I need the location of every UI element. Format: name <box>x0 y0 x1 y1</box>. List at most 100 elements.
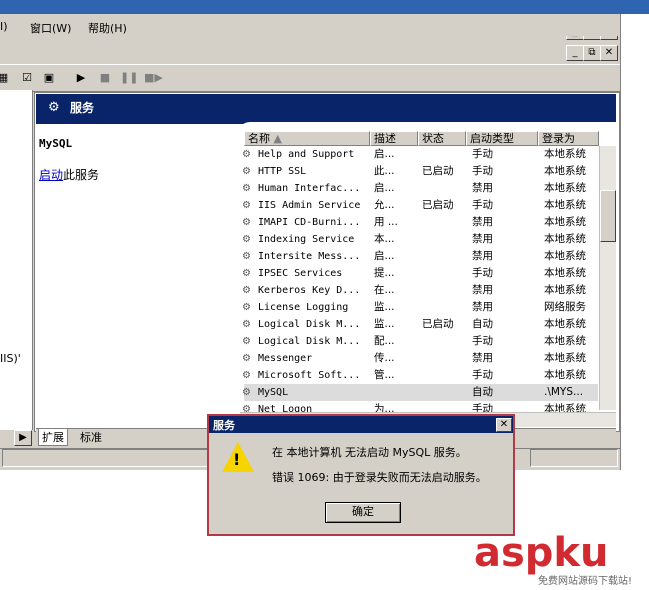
services-header-band <box>36 94 616 124</box>
menu-help[interactable]: 帮助(H) <box>88 20 127 36</box>
service-logon-cell: .\MYS... <box>544 386 584 398</box>
stop-service-icon[interactable]: ■ <box>96 69 114 87</box>
service-logon-cell: 本地系统 <box>544 267 586 279</box>
service-name-cell: Logical Disk M... <box>258 336 361 347</box>
service-description-cell: 启... <box>374 148 395 160</box>
service-gear-icon: ⚙ <box>242 183 251 194</box>
service-row[interactable]: ⚙ Kerberos Key D... 在... 禁用 本地系统 <box>242 282 598 299</box>
column-header-startup-type[interactable]: 启动类型 <box>466 131 538 146</box>
service-row[interactable]: ⚙ Human Interfac... 启... 禁用 本地系统 <box>242 180 598 197</box>
service-startup-cell: 手动 <box>472 267 493 279</box>
service-startup-cell: 手动 <box>472 199 493 211</box>
service-gear-icon: ⚙ <box>242 149 251 160</box>
service-row[interactable]: ⚙ Help and Support 启... 手动 本地系统 <box>242 146 598 163</box>
service-logon-cell: 本地系统 <box>544 182 586 194</box>
tree-pane[interactable] <box>0 90 33 430</box>
service-startup-cell: 手动 <box>472 148 493 160</box>
service-row[interactable]: ⚙ Logical Disk M... 监... 已启动 自动 本地系统 <box>242 316 598 333</box>
start-service-icon[interactable]: ▶ <box>72 69 90 87</box>
service-gear-icon: ⚙ <box>242 166 251 177</box>
start-service-link-line: 启动此服务 <box>39 166 99 183</box>
service-startup-cell: 禁用 <box>472 352 493 364</box>
column-header-status[interactable]: 状态 <box>418 131 466 146</box>
service-startup-cell: 手动 <box>472 369 493 381</box>
service-row[interactable]: ⚙ HTTP SSL 此... 已启动 手动 本地系统 <box>242 163 598 180</box>
restart-service-icon[interactable]: ■▶ <box>144 69 163 87</box>
start-service-link[interactable]: 启动 <box>39 168 63 182</box>
list-scroll-thumb[interactable] <box>600 190 616 242</box>
service-description-cell: 监... <box>374 301 395 313</box>
column-header-logon-as[interactable]: 登录为 <box>538 131 599 146</box>
service-startup-cell: 禁用 <box>472 284 493 296</box>
service-name-cell: Help and Support <box>258 149 355 160</box>
menu-window[interactable]: 窗口(W) <box>30 20 71 36</box>
pause-service-icon[interactable]: ❚❚ <box>120 69 138 87</box>
service-logon-cell: 本地系统 <box>544 199 586 211</box>
service-description-cell: 此... <box>374 165 395 177</box>
service-startup-cell: 自动 <box>472 318 493 330</box>
inner-restore-button[interactable]: ⧉ <box>583 45 601 61</box>
tab-extended[interactable]: 扩展 <box>38 429 68 446</box>
tab-scroll-right-button[interactable]: ▶ <box>14 430 32 446</box>
service-row[interactable]: ⚙ Logical Disk M... 配... 手动 本地系统 <box>242 333 598 350</box>
service-status-cell: 已启动 <box>422 165 454 177</box>
service-logon-cell: 本地系统 <box>544 369 586 381</box>
services-header-title: 服务 <box>70 101 95 115</box>
service-startup-cell: 手动 <box>472 165 493 177</box>
service-logon-cell: 本地系统 <box>544 165 586 177</box>
service-gear-icon: ⚙ <box>242 319 251 330</box>
service-name-cell: Human Interfac... <box>258 183 361 194</box>
column-header-name[interactable]: 名称 ▲ <box>244 131 370 146</box>
background-window-edge <box>620 14 649 470</box>
service-row[interactable]: ⚙ Indexing Service 本... 禁用 本地系统 <box>242 231 598 248</box>
service-name-cell: MySQL <box>258 387 289 398</box>
service-name-cell: HTTP SSL <box>258 166 307 177</box>
help-icon[interactable]: ▣ <box>40 69 58 87</box>
service-row[interactable]: ⚙ Intersite Mess... 启... 禁用 本地系统 <box>242 248 598 265</box>
dialog-close-button[interactable]: ✕ <box>496 418 512 432</box>
service-name-cell: IMAPI CD-Burni... <box>258 217 361 228</box>
inner-minimize-button[interactable]: _ <box>566 45 584 61</box>
column-header-description[interactable]: 描述 <box>370 131 418 146</box>
tree-item-truncated[interactable]: IIS)' <box>0 352 21 365</box>
service-row[interactable]: ⚙ Messenger 传... 禁用 本地系统 <box>242 350 598 367</box>
dialog-message-line1: 在 本地计算机 无法启动 MySQL 服务。 <box>272 446 467 459</box>
service-description-cell: 在... <box>374 284 395 296</box>
service-row[interactable]: ⚙ IIS Admin Service 允... 已启动 手动 本地系统 <box>242 197 598 214</box>
outer-title-bar <box>0 0 649 14</box>
service-logon-cell: 本地系统 <box>544 233 586 245</box>
inner-close-button[interactable]: ✕ <box>600 45 618 61</box>
menu-view[interactable]: I) <box>0 20 8 33</box>
service-startup-cell: 禁用 <box>472 250 493 262</box>
service-gear-icon: ⚙ <box>242 353 251 364</box>
service-row[interactable]: ⚙ Microsoft Soft... 管... 手动 本地系统 <box>242 367 598 384</box>
service-name-cell: Intersite Mess... <box>258 251 361 262</box>
service-description-cell: 用 ... <box>374 216 398 228</box>
service-gear-icon: ⚙ <box>242 285 251 296</box>
service-logon-cell: 本地系统 <box>544 216 586 228</box>
watermark-subtitle: 免费网站源码下载站! <box>538 576 633 587</box>
service-startup-cell: 禁用 <box>472 182 493 194</box>
properties-icon[interactable]: ☑ <box>18 69 36 87</box>
tab-standard[interactable]: 标准 <box>80 429 102 445</box>
service-row[interactable]: ⚙ IMAPI CD-Burni... 用 ... 禁用 本地系统 <box>242 214 598 231</box>
dialog-ok-button[interactable]: 确定 <box>325 502 401 523</box>
list-vertical-scrollbar[interactable] <box>599 146 616 410</box>
service-row[interactable]: ⚙ MySQL 自动 .\MYS... <box>242 384 598 401</box>
service-gear-icon: ⚙ <box>242 302 251 313</box>
service-description-cell: 管... <box>374 369 395 381</box>
service-row[interactable]: ⚙ IPSEC Services 提... 手动 本地系统 <box>242 265 598 282</box>
dialog-title-bar <box>209 416 513 433</box>
service-gear-icon: ⚙ <box>242 370 251 381</box>
service-gear-icon: ⚙ <box>242 200 251 211</box>
watermark-logo: aspku <box>474 530 609 576</box>
service-description-cell: 本... <box>374 233 395 245</box>
selected-service-name: MySQL <box>39 137 73 150</box>
service-startup-cell: 禁用 <box>472 216 493 228</box>
service-status-cell: 已启动 <box>422 199 454 211</box>
service-gear-icon: ⚙ <box>242 234 251 245</box>
toolbar-icon-partial[interactable]: ▦ <box>0 69 12 87</box>
service-description-cell: 启... <box>374 250 395 262</box>
service-row[interactable]: ⚙ License Logging 监... 禁用 网络服务 <box>242 299 598 316</box>
service-name-cell: IIS Admin Service <box>258 200 361 211</box>
